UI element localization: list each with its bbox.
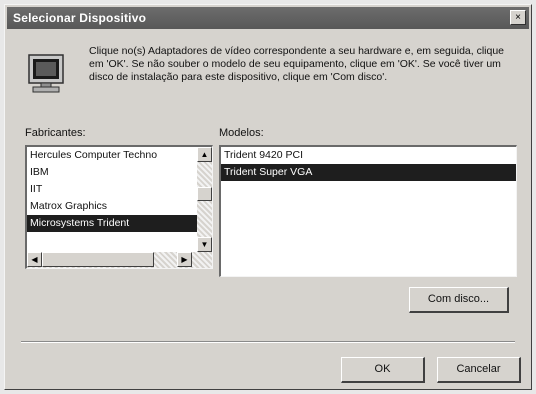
- scroll-right-button[interactable]: ▶: [177, 252, 192, 267]
- model-item-selected[interactable]: Trident Super VGA: [221, 164, 516, 181]
- arrow-down-icon: ▼: [200, 240, 209, 249]
- manufacturer-item[interactable]: Matrox Graphics: [27, 198, 197, 215]
- model-item[interactable]: Trident 9420 PCI: [221, 147, 516, 164]
- window-title: Selecionar Dispositivo: [13, 11, 147, 25]
- instructions-text: Clique no(s) Adaptadores de vídeo corres…: [89, 45, 505, 83]
- vertical-scroll-thumb[interactable]: [197, 187, 212, 201]
- ok-button[interactable]: OK: [341, 357, 425, 383]
- manufacturer-item[interactable]: IIT: [27, 181, 197, 198]
- select-device-dialog: Selecionar Dispositivo × Clique no(s) Ad…: [4, 4, 532, 390]
- title-bar[interactable]: Selecionar Dispositivo ×: [7, 7, 529, 29]
- manufacturer-item-selected[interactable]: Microsystems Trident: [27, 215, 197, 232]
- models-label: Modelos:: [219, 127, 264, 139]
- cancel-button[interactable]: Cancelar: [437, 357, 521, 383]
- arrow-up-icon: ▲: [200, 150, 209, 159]
- scroll-up-button[interactable]: ▲: [197, 147, 212, 162]
- close-icon: ×: [515, 12, 521, 23]
- manufacturers-listbox[interactable]: Hercules Computer Techno IBM IIT Matrox …: [25, 145, 213, 269]
- divider: [21, 341, 515, 343]
- manufacturers-label: Fabricantes:: [25, 127, 86, 139]
- close-button[interactable]: ×: [510, 10, 526, 25]
- have-disk-button[interactable]: Com disco...: [409, 287, 509, 313]
- manufacturer-item[interactable]: IBM: [27, 164, 197, 181]
- manufacturers-horizontal-scrollbar[interactable]: ◀ ▶: [27, 252, 212, 268]
- horizontal-scroll-thumb[interactable]: [42, 252, 154, 267]
- arrow-left-icon: ◀: [31, 255, 38, 264]
- monitor-icon: [27, 53, 67, 102]
- manufacturer-item[interactable]: Hercules Computer Techno: [27, 147, 197, 164]
- scroll-down-button[interactable]: ▼: [197, 237, 212, 252]
- arrow-right-icon: ▶: [181, 255, 188, 264]
- models-listbox[interactable]: Trident 9420 PCI Trident Super VGA: [219, 145, 517, 277]
- manufacturers-vertical-scrollbar[interactable]: ▲ ▼: [197, 147, 212, 252]
- scroll-left-button[interactable]: ◀: [27, 252, 42, 267]
